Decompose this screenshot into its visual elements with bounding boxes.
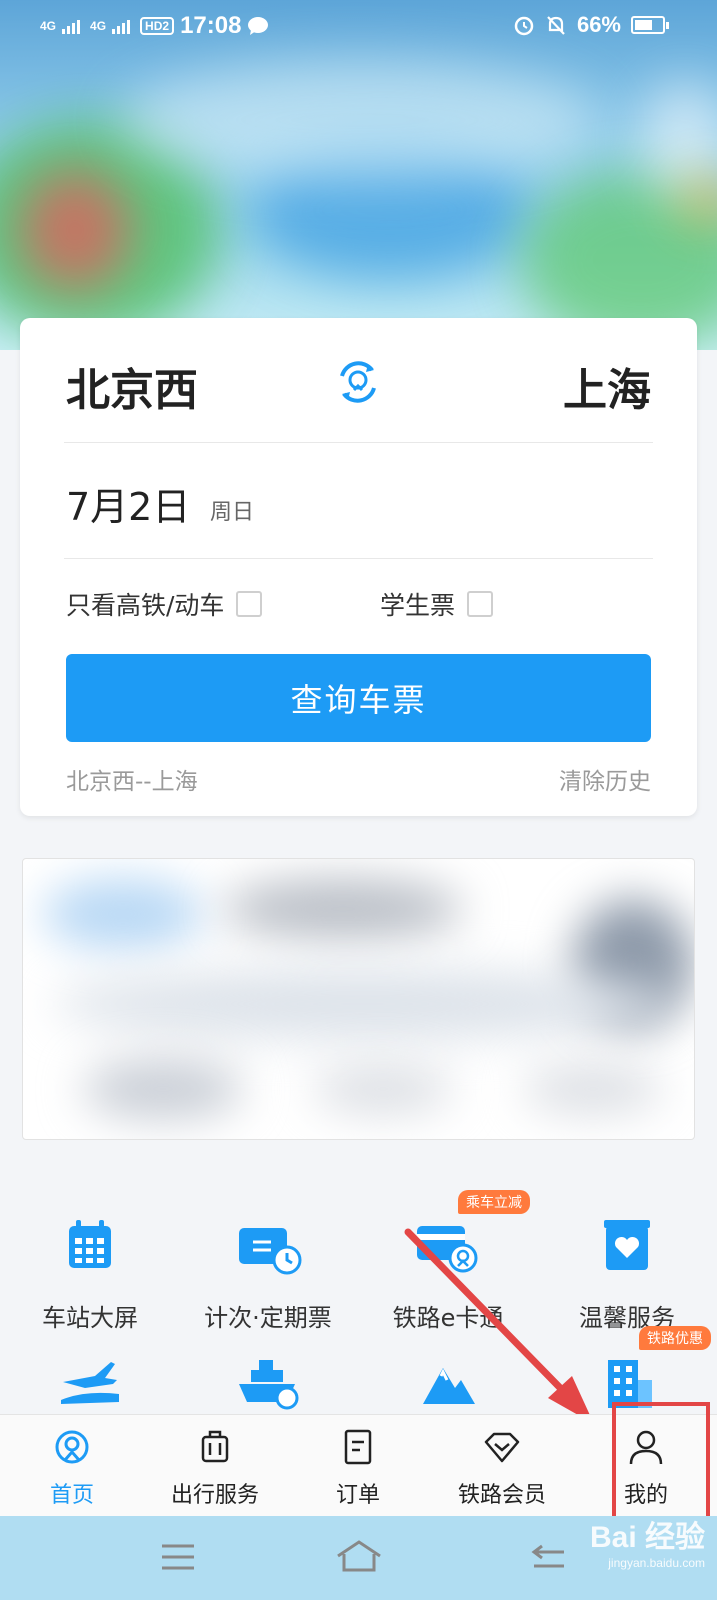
home-icon[interactable]: [334, 1538, 384, 1574]
network-indicator-1: 4G: [40, 19, 57, 33]
menu-icon[interactable]: [160, 1542, 196, 1572]
calendar-icon: [69, 1220, 111, 1268]
tab-label: 出行服务: [170, 1483, 259, 1508]
student-ticket-label: 学生票: [380, 591, 456, 620]
service-caring[interactable]: 温馨服务: [537, 1212, 717, 1333]
plane-train-icon: [61, 1362, 119, 1404]
service-label: 计次·定期票: [204, 1304, 332, 1332]
promo-tag: 铁路优惠: [639, 1326, 711, 1350]
diamond-icon: [484, 1432, 520, 1463]
tab-travel-services[interactable]: 出行服务: [145, 1427, 285, 1509]
service-air-rail[interactable]: [0, 1346, 180, 1420]
railway-logo-icon: [55, 1430, 89, 1464]
service-station-screen[interactable]: 车站大屏: [0, 1212, 180, 1333]
ticket-clock-icon: [239, 1228, 302, 1275]
tab-orders[interactable]: 订单: [288, 1427, 428, 1509]
promo-banner[interactable]: [22, 858, 695, 1140]
arrival-station[interactable]: 上海: [563, 354, 651, 418]
search-history-item[interactable]: 北京西--上海: [66, 762, 198, 796]
mountain-icon: [423, 1368, 475, 1404]
signal-icon: [112, 20, 131, 34]
high-speed-only-label: 只看高铁/动车: [66, 591, 225, 620]
hd-voice-badge: HD2: [140, 17, 175, 35]
network-indicator-2: 4G: [90, 19, 107, 33]
divider: [64, 558, 653, 559]
service-ship[interactable]: [178, 1346, 358, 1420]
divider: [64, 442, 653, 443]
order-icon: [344, 1429, 372, 1465]
railway-card-icon: [417, 1226, 478, 1273]
departure-station[interactable]: 北京西: [66, 354, 198, 418]
tab-label: 订单: [335, 1483, 380, 1508]
service-scenic[interactable]: [358, 1346, 538, 1420]
swap-stations-icon[interactable]: [332, 356, 384, 408]
high-speed-only-option[interactable]: 只看高铁/动车: [66, 586, 263, 622]
ship-icon: [239, 1360, 299, 1410]
back-icon[interactable]: [528, 1540, 568, 1574]
chat-icon: [248, 17, 269, 35]
service-periodic-ticket[interactable]: 计次·定期票: [178, 1212, 358, 1333]
clear-history-button[interactable]: 清除历史: [559, 762, 651, 796]
status-bar: 4G 4G HD2 17:08 66%: [0, 0, 717, 56]
luggage-icon: [201, 1430, 229, 1463]
student-ticket-option[interactable]: 学生票: [380, 586, 494, 622]
service-label: 铁路e卡通: [392, 1304, 504, 1332]
travel-weekday: 周日: [210, 500, 255, 525]
clock: 17:08: [180, 12, 242, 39]
service-label: 车站大屏: [42, 1304, 138, 1332]
promo-tag: 乘车立减: [458, 1190, 530, 1214]
tab-label: 铁路会员: [457, 1483, 546, 1508]
service-railway-ecard[interactable]: 乘车立减 铁路e卡通: [358, 1190, 538, 1333]
tab-label: 首页: [49, 1483, 94, 1508]
signal-icon: [62, 20, 81, 34]
alarm-icon: [514, 16, 534, 36]
highlight-box: [612, 1402, 710, 1520]
mute-bell-icon: [547, 16, 565, 35]
high-speed-only-checkbox[interactable]: [236, 591, 263, 617]
heart-box-icon: [604, 1220, 650, 1270]
query-tickets-button[interactable]: 查询车票: [66, 654, 651, 742]
battery-percentage: 66%: [576, 12, 621, 37]
battery-icon: [631, 16, 669, 34]
bottom-tab-bar: 首页 出行服务 订单 铁路会员 我的: [0, 1414, 717, 1516]
student-ticket-checkbox[interactable]: [467, 591, 494, 617]
travel-date[interactable]: 7月2日: [66, 476, 190, 531]
tab-railway-member[interactable]: 铁路会员: [432, 1427, 572, 1509]
tab-home[interactable]: 首页: [2, 1427, 142, 1509]
ticket-search-card: 北京西 上海 7月2日 周日 只看高铁/动车 学生票 查询车票 北京西--上海 …: [20, 318, 697, 816]
watermark: Bai 经验 jingyan.baidu.com: [589, 1521, 705, 1570]
